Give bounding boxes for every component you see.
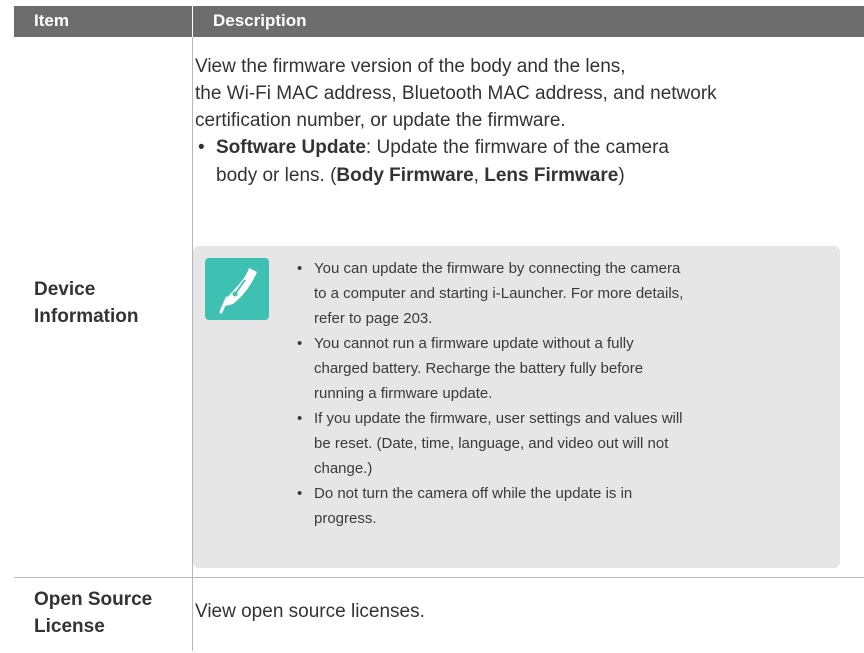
bullet-text: )	[618, 165, 625, 186]
bullet-option: Body Firmware	[336, 165, 474, 186]
note-line: be reset. (Date, time, language, and vid…	[314, 435, 669, 452]
note-line: to a computer and starting i-Launcher. F…	[314, 285, 684, 302]
header-divider	[192, 6, 193, 37]
bullet-separator: ,	[473, 165, 485, 186]
bullet-line: body or lens. (Body Firmware, Lens Firmw…	[216, 162, 836, 190]
note-item: • If you update the firmware, user setti…	[297, 406, 827, 481]
note-line: progress.	[314, 510, 377, 527]
note-line: You can update the firmware by connectin…	[314, 260, 681, 277]
note-line: If you update the firmware, user setting…	[314, 410, 683, 427]
note-item: • Do not turn the camera off while the u…	[297, 481, 827, 531]
note-line: refer to page 203.	[314, 310, 433, 327]
description-line: View the firmware version of the body an…	[195, 56, 626, 77]
note-line: charged battery. Recharge the battery fu…	[314, 360, 644, 377]
note-line: You cannot run a firmware update without…	[314, 335, 634, 352]
note-line: change.)	[314, 460, 373, 477]
item-label-line: Device	[34, 279, 96, 300]
bullet-dot: •	[198, 137, 205, 158]
bullet-term: Software Update	[216, 137, 366, 158]
description-line: certification number, or update the firm…	[195, 110, 566, 131]
settings-table: Item Description Device Information View…	[14, 6, 864, 651]
note-box: • You can update the firmware by connect…	[193, 246, 840, 568]
bullet-line: Software Update: Update the firmware of …	[216, 134, 836, 162]
header-description: Description	[213, 11, 307, 30]
bullet-option: Lens Firmware	[484, 165, 619, 186]
item-device-information: Device Information	[34, 276, 139, 330]
item-label-line: Information	[34, 306, 139, 327]
note-bullet-dot: •	[297, 410, 303, 427]
note-bullet-dot: •	[297, 485, 303, 502]
note-pen-icon	[205, 258, 269, 320]
bullet-text: : Update the firmware of the camera	[365, 137, 670, 158]
pen-nib-icon-graphic	[219, 268, 257, 314]
header-item: Item	[34, 11, 69, 30]
item-label-line: License	[34, 616, 105, 637]
item-label-line: Open Source	[34, 589, 153, 610]
note-item: • You can update the firmware by connect…	[297, 256, 827, 331]
note-list: • You can update the firmware by connect…	[297, 256, 827, 531]
note-bullet-dot: •	[297, 335, 303, 352]
open-source-license-description: View open source licenses.	[195, 601, 425, 622]
bullet-text: body or lens. (	[216, 165, 337, 186]
row-divider	[14, 577, 864, 578]
note-bullet-dot: •	[297, 260, 303, 277]
item-open-source-license: Open Source License	[34, 586, 152, 640]
device-information-description: View the firmware version of the body an…	[195, 53, 835, 134]
table-header: Item Description	[14, 6, 864, 37]
note-line: running a firmware update.	[314, 385, 493, 402]
note-item: • You cannot run a firmware update witho…	[297, 331, 827, 406]
note-line: Do not turn the camera off while the upd…	[314, 485, 633, 502]
description-line: the Wi-Fi MAC address, Bluetooth MAC add…	[195, 83, 717, 104]
